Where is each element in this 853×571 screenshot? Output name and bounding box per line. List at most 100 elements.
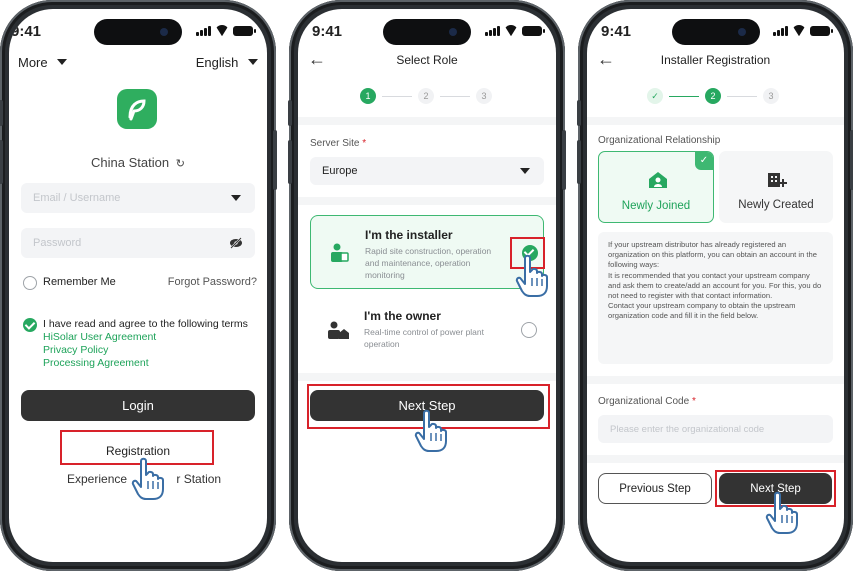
agree-checkbox[interactable] (23, 318, 37, 332)
forgot-password-link[interactable]: Forgot Password? (168, 276, 257, 288)
email-placeholder: Email / Username (33, 192, 121, 204)
battery-icon (810, 26, 833, 36)
installer-icon (331, 243, 349, 262)
owner-icon (328, 321, 349, 339)
status-icons (196, 25, 256, 36)
org-code-input[interactable]: Please enter the organizational code (598, 415, 833, 443)
page-title: Installer Registration (660, 53, 771, 67)
step-connector (727, 96, 757, 97)
divider (298, 197, 556, 205)
tap-hand-icon (131, 457, 164, 500)
tap-hand-icon (765, 491, 798, 534)
org-code-placeholder: Please enter the organizational code (610, 423, 765, 435)
step-2: 2 (705, 88, 721, 104)
privacy-policy-link[interactable]: Privacy Policy (43, 344, 108, 356)
language-label: English (195, 55, 239, 70)
divider (298, 117, 556, 125)
remember-me-label: Remember Me (43, 276, 116, 288)
server-site-select[interactable]: Europe (310, 157, 544, 185)
dynamic-island (383, 19, 471, 45)
phone-select-role: 9:41 ← Select Role 1 2 3 Server Site * E… (288, 0, 566, 571)
step-2-label: 2 (710, 91, 716, 101)
page-title: Select Role (396, 53, 458, 67)
owner-description: Real-time control of power plant operati… (364, 327, 485, 349)
status-time: 9:41 (11, 23, 42, 40)
password-field[interactable]: Password (21, 228, 255, 258)
divider (587, 376, 844, 384)
language-selector[interactable]: English (196, 55, 258, 70)
owner-radio[interactable] (521, 322, 537, 338)
check-icon: ✓ (651, 90, 659, 101)
battery-icon (233, 26, 256, 36)
password-placeholder: Password (33, 237, 82, 249)
status-time: 9:41 (312, 23, 343, 40)
org-relationship-label: Organizational Relationship (598, 135, 721, 146)
role-card-owner[interactable]: I'm the owner Real-time control of power… (310, 297, 544, 361)
installer-title: I'm the installer (365, 228, 453, 242)
divider (298, 373, 556, 381)
option-newly-joined[interactable]: ✓ Newly Joined (598, 151, 714, 223)
battery-icon (522, 26, 545, 36)
step-2-label: 2 (423, 91, 429, 101)
option-newly-created[interactable]: Newly Created (719, 151, 833, 223)
required-mark: * (691, 396, 696, 407)
step-1-done: ✓ (647, 88, 663, 104)
server-site-text: Server Site (310, 138, 360, 149)
chevron-down-icon (520, 168, 530, 174)
status-icons (485, 25, 545, 36)
remember-me-radio[interactable] (23, 276, 37, 290)
step-connector (440, 96, 470, 97)
org-code-text: Organizational Code (598, 396, 690, 407)
select-role-screen: 9:41 ← Select Role 1 2 3 Server Site * E… (298, 9, 556, 562)
selected-corner-check-icon: ✓ (695, 152, 713, 170)
step-1-label: 1 (365, 91, 371, 101)
login-button[interactable]: Login (21, 390, 255, 421)
wifi-icon (504, 25, 518, 36)
join-house-icon (649, 172, 667, 188)
building-add-icon (768, 173, 787, 187)
station-name-label: China Station (91, 155, 170, 170)
step-2: 2 (418, 88, 434, 104)
more-menu[interactable]: More (18, 55, 68, 70)
chevron-down-icon (57, 59, 68, 65)
info-text: If your upstream distributor has already… (608, 240, 822, 321)
dynamic-island (94, 19, 182, 45)
app-logo (117, 89, 157, 129)
step-3: 3 (763, 88, 779, 104)
newly-created-label: Newly Created (738, 199, 814, 211)
divider (587, 117, 844, 125)
divider (587, 455, 844, 463)
experience-prefix: Experience (67, 472, 128, 486)
switch-icon: ↻ (175, 158, 185, 170)
eye-hidden-icon[interactable] (229, 237, 243, 249)
status-time: 9:41 (601, 23, 632, 40)
owner-title: I'm the owner (364, 309, 441, 323)
processing-agreement-link[interactable]: Processing Agreement (43, 357, 149, 369)
role-card-installer[interactable]: I'm the installer Rapid site constructio… (310, 215, 544, 289)
tap-hand-icon (515, 254, 548, 297)
station-name[interactable]: China Station ↻ (9, 155, 267, 170)
phone-login: 9:41 More English China Station ↻ Email … (0, 0, 277, 571)
info-box: If your upstream distributor has already… (598, 232, 833, 364)
signal-icon (485, 26, 500, 36)
step-connector (669, 96, 699, 97)
login-screen: 9:41 More English China Station ↻ Email … (9, 9, 267, 562)
registration-link[interactable]: Registration (9, 444, 267, 458)
wifi-icon (215, 25, 229, 36)
experience-suffix: r Station (176, 472, 222, 486)
org-code-label: Organizational Code * (598, 396, 696, 407)
required-mark: * (362, 138, 367, 149)
step-3-label: 3 (481, 91, 487, 101)
tap-hand-icon (414, 409, 447, 452)
chevron-down-icon (248, 59, 258, 65)
email-field[interactable]: Email / Username (21, 183, 255, 213)
user-agreement-link[interactable]: HiSolar User Agreement (43, 331, 156, 343)
installer-registration-screen: 9:41 ← Installer Registration ✓ 2 3 Orga… (587, 9, 844, 562)
wifi-icon (792, 25, 806, 36)
previous-step-label: Previous Step (619, 482, 691, 495)
previous-step-button[interactable]: Previous Step (598, 473, 712, 504)
installer-description: Rapid site construction, operation and m… (365, 246, 492, 280)
chevron-down-icon[interactable] (231, 195, 241, 201)
step-3: 3 (476, 88, 492, 104)
dynamic-island (671, 19, 760, 45)
